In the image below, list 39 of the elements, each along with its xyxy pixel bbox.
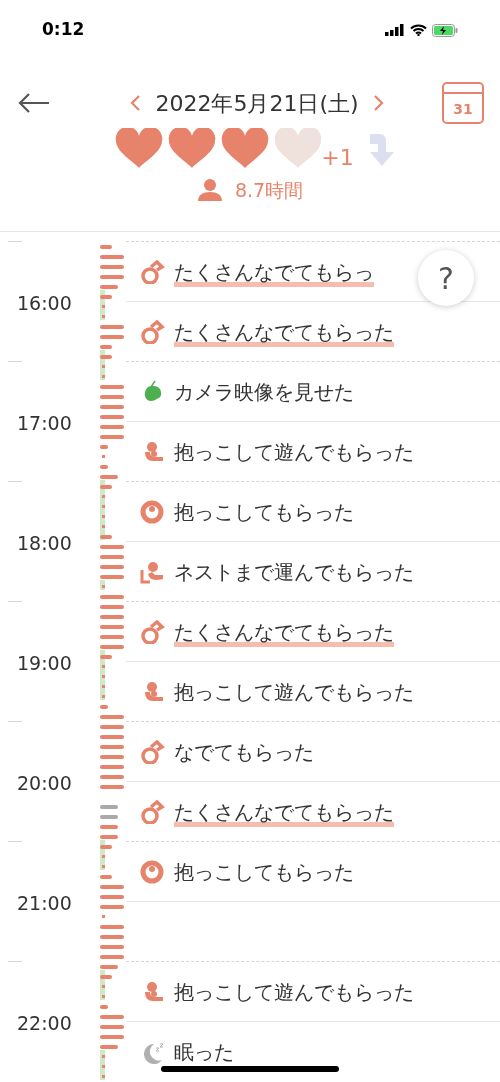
date-title: 2022年5月21日(土) xyxy=(155,89,359,118)
hour-label: 22:00 xyxy=(16,1011,73,1035)
activity-text: 眠った xyxy=(174,1038,234,1066)
activity-text: たくさんなでてもらっ xyxy=(174,256,374,287)
pet-hand-icon xyxy=(140,259,166,284)
wifi-icon xyxy=(410,24,427,36)
extra-count: +1 xyxy=(321,147,354,169)
ring-figure-icon xyxy=(140,859,166,884)
carrying-figure-icon xyxy=(140,559,166,584)
signal-icon xyxy=(385,24,405,36)
activity-text: 抱っこして遊んでもらった xyxy=(174,438,414,466)
pet-hand-icon xyxy=(140,799,166,824)
activity-text: たくさんなでてもらった xyxy=(174,796,394,827)
hour-label: 16:00 xyxy=(16,291,73,315)
pet-hand-icon xyxy=(140,619,166,644)
activity-text: ネストまで運んでもらった xyxy=(174,558,414,586)
hour-label: 17:00 xyxy=(16,411,73,435)
activity-text: 抱っこしてもらった xyxy=(174,498,354,526)
chevron-left-icon[interactable] xyxy=(129,94,142,112)
activity-text: 抱っこして遊んでもらった xyxy=(174,678,414,706)
hour-label: 20:00 xyxy=(16,771,73,795)
activity-text: たくさんなでてもらった xyxy=(174,616,394,647)
hour-label: 21:00 xyxy=(16,891,73,915)
activity-text: 抱っこして遊んでもらった xyxy=(174,978,414,1006)
pet-hand-icon xyxy=(140,319,166,344)
chevron-right-icon[interactable] xyxy=(372,94,385,112)
person-icon xyxy=(196,179,223,202)
activity-text: なでてもらった xyxy=(174,738,314,766)
pet-hand-icon xyxy=(140,739,166,764)
sleep-duration: 8.7時間 xyxy=(234,178,304,203)
battery-icon xyxy=(432,23,458,37)
activity-text: カメラ映像を見せた xyxy=(174,378,354,406)
hour-label: 19:00 xyxy=(16,651,73,675)
hour-label: 18:00 xyxy=(16,531,73,555)
activity-text: たくさんなでてもらった xyxy=(174,316,394,347)
help-button[interactable]: ? xyxy=(418,250,474,306)
status-time: 0:12 xyxy=(42,18,85,42)
activity-text: 抱っこしてもらった xyxy=(174,858,354,886)
ring-figure-icon xyxy=(140,499,166,524)
